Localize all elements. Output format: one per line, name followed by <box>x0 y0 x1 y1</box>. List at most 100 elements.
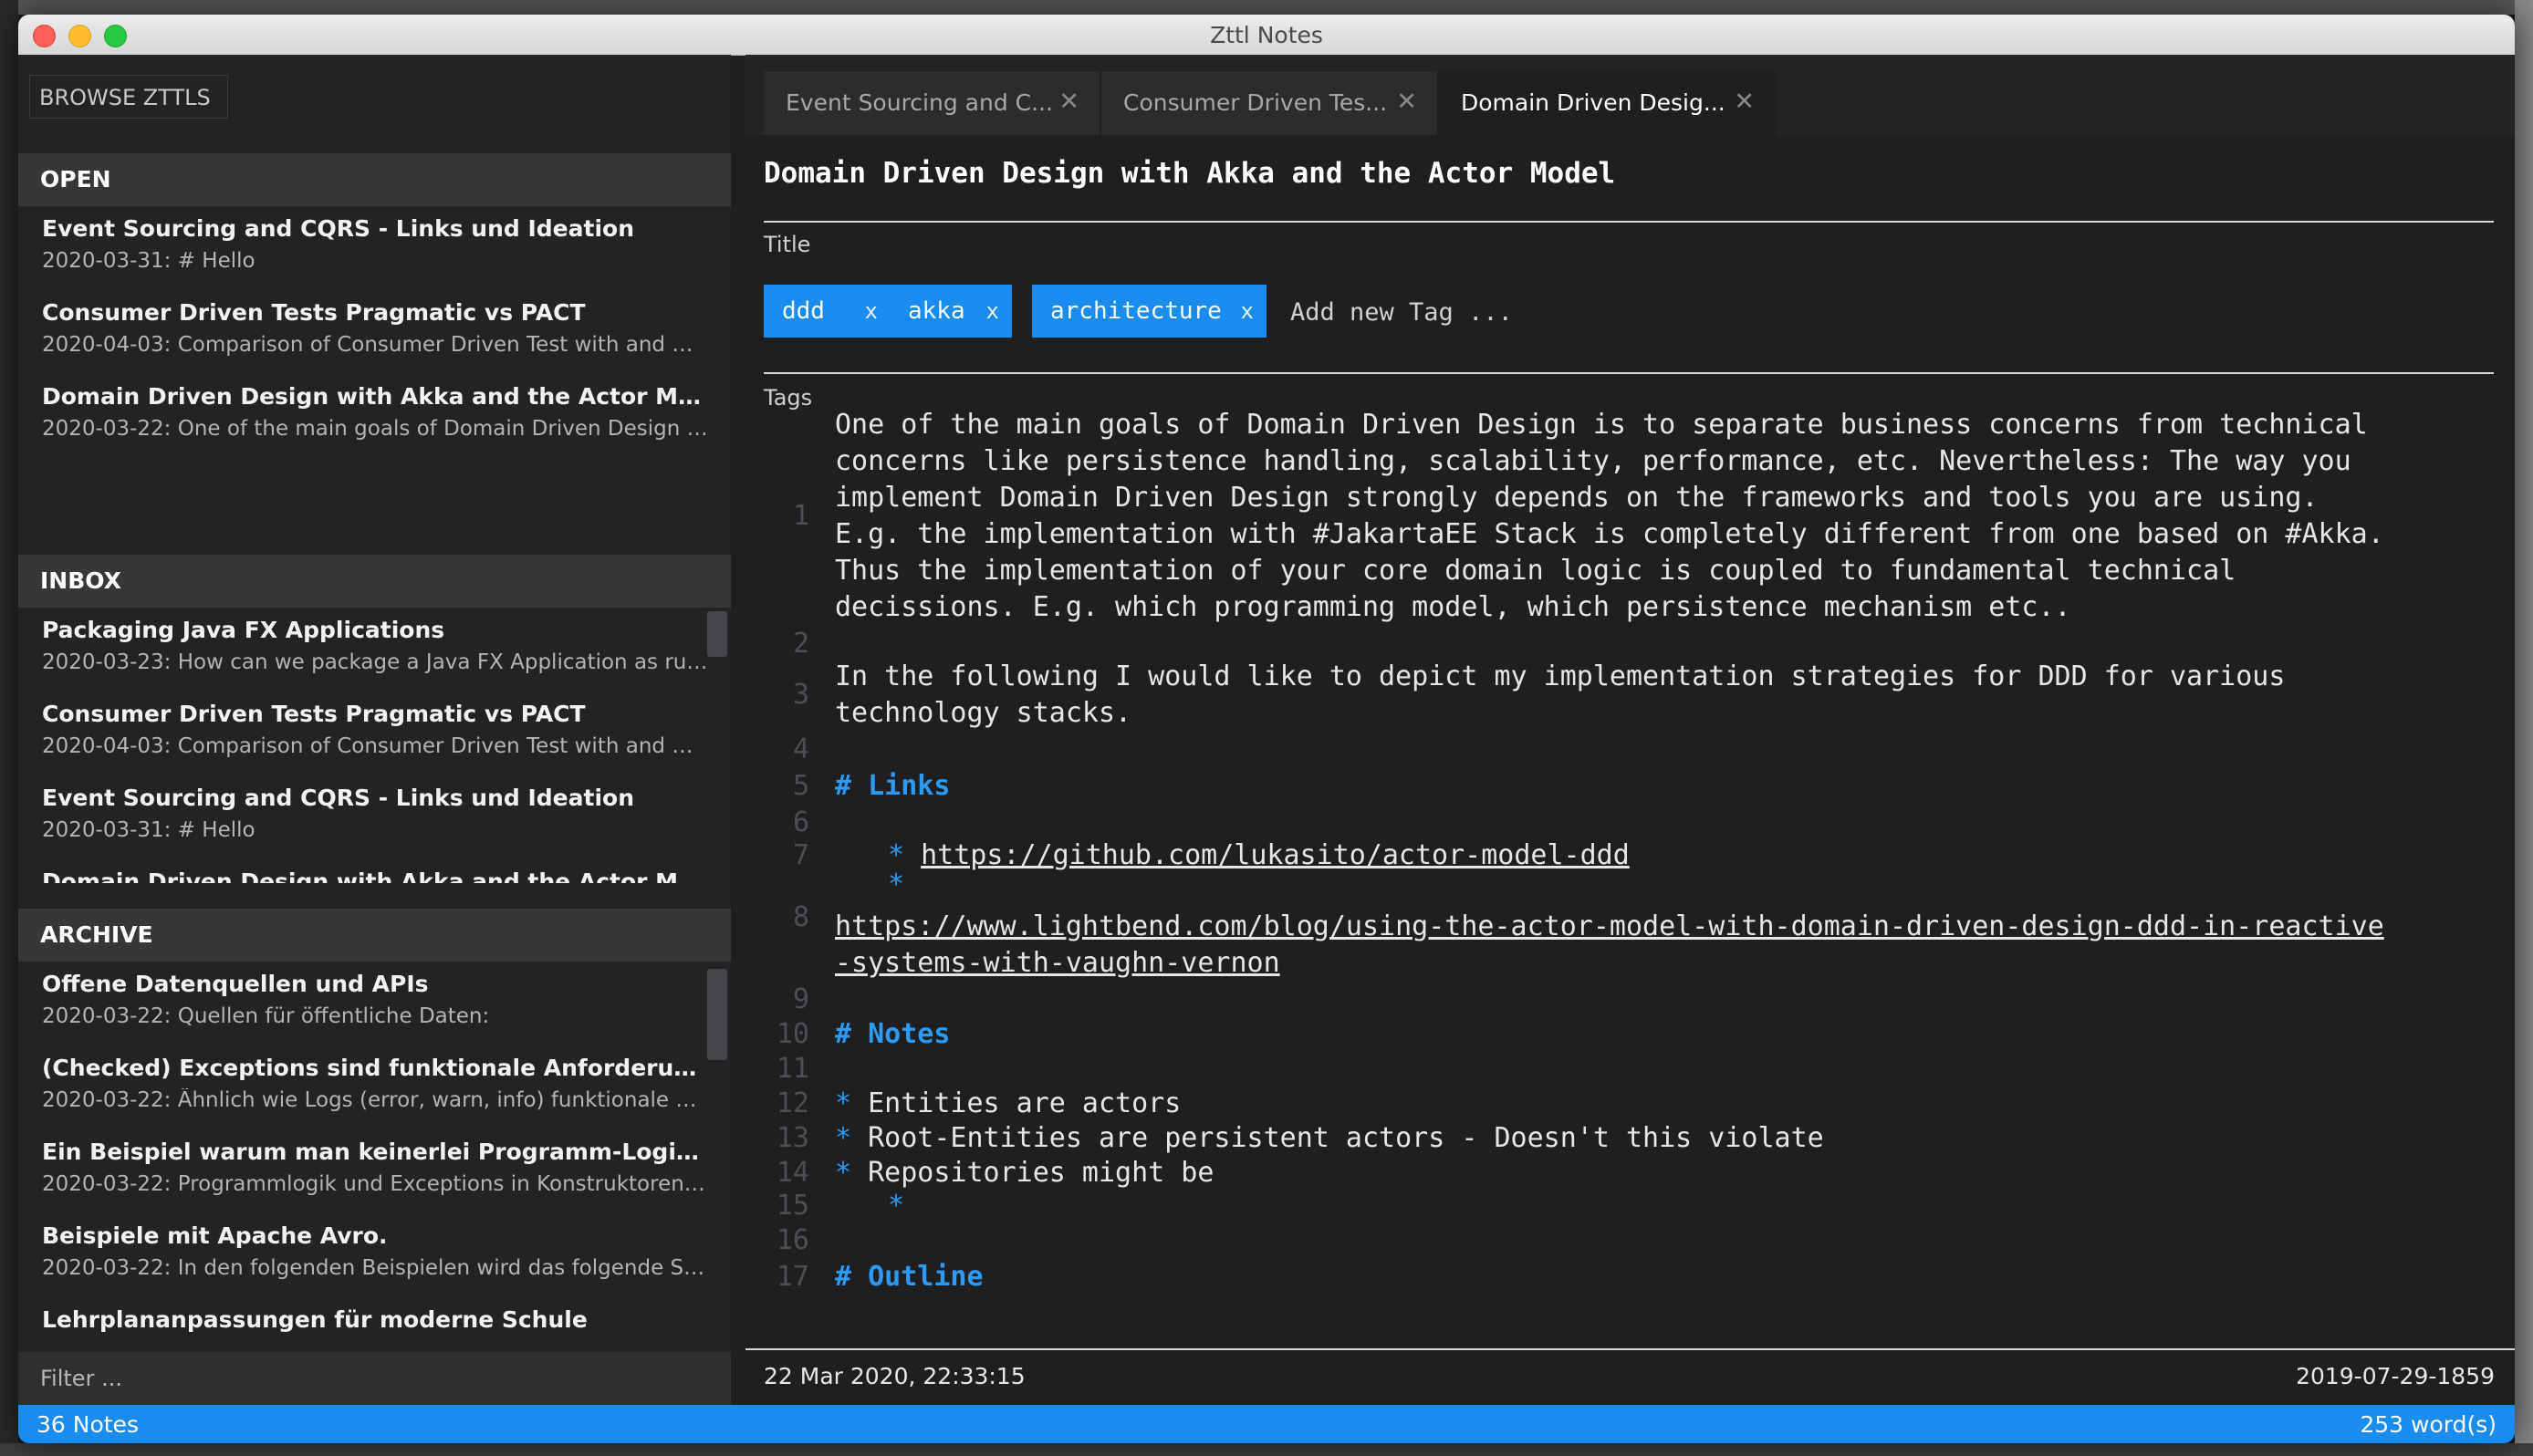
inbox-list: Packaging Java FX Applications 2020-03-2… <box>18 608 731 883</box>
list-item[interactable]: Domain Driven Design with Akka and the A… <box>18 374 731 458</box>
tab-consumer-driven-tests[interactable]: Consumer Driven Tes... ✕ <box>1101 71 1439 135</box>
note-preview: 2020-03-31: # Hello <box>42 818 255 842</box>
note-preview: 2020-03-31: # Hello <box>42 249 255 273</box>
line-number: 16 <box>776 1224 809 1256</box>
note-title: Packaging Java FX Applications <box>42 617 445 643</box>
line-number: 8 <box>792 901 809 933</box>
tag-chip[interactable]: akka x <box>890 285 1012 338</box>
line-number: 2 <box>792 628 809 660</box>
list-item[interactable]: (Checked) Exceptions sind funktionale An… <box>18 1045 731 1129</box>
tags-label: Tags <box>764 385 813 411</box>
note-title: Event Sourcing and CQRS - Links und Idea… <box>42 215 634 242</box>
remove-tag-icon[interactable]: x <box>986 285 999 338</box>
tags-underline <box>764 372 2494 374</box>
list-item[interactable]: Event Sourcing and CQRS - Links und Idea… <box>18 206 731 290</box>
note-title: Consumer Driven Tests Pragmatic vs PACT <box>42 701 586 727</box>
note-title: Domain Driven Design with Akka and the A… <box>42 868 708 883</box>
section-open-header[interactable]: OPEN <box>18 153 731 206</box>
line-number: 15 <box>776 1190 809 1222</box>
note-title: Offene Datenquellen und APIs <box>42 971 429 997</box>
line-number: 17 <box>776 1261 809 1293</box>
tab-domain-driven-design[interactable]: Domain Driven Desig... ✕ <box>1439 71 1777 135</box>
note-title-field[interactable]: Domain Driven Design with Akka and the A… <box>764 157 2488 190</box>
note-preview: 2020-04-03: Comparison of Consumer Drive… <box>42 734 708 758</box>
line-number: 12 <box>776 1087 809 1119</box>
line-number: 1 <box>792 500 809 532</box>
list-item[interactable]: Lehrplananpassungen für moderne Schule <box>18 1297 731 1352</box>
notes-count: 36 Notes <box>36 1411 139 1438</box>
filter-input[interactable] <box>18 1352 731 1405</box>
note-title: Lehrplananpassungen für moderne Schule <box>42 1306 588 1333</box>
tab-label: Consumer Driven Tes... <box>1123 89 1388 116</box>
list-item[interactable]: Ein Beispiel warum man keinerlei Program… <box>18 1129 731 1213</box>
note-preview: 2020-03-22: Programmlogik und Exceptions… <box>42 1172 708 1196</box>
line-number: 4 <box>792 733 809 765</box>
list-item[interactable]: Offene Datenquellen und APIs 2020-03-22:… <box>18 962 731 1045</box>
status-bar: 36 Notes 253 word(s) <box>18 1405 2515 1443</box>
add-tag-input[interactable] <box>1288 285 1748 339</box>
tab-label: Domain Driven Desig... <box>1461 89 1725 116</box>
link[interactable]: -systems-with-vaughn-vernon <box>835 947 1280 979</box>
browse-zttls-button[interactable]: BROWSE ZTTLS <box>29 75 228 119</box>
title-underline <box>764 221 2494 223</box>
line-number: 11 <box>776 1053 809 1085</box>
word-count: 253 word(s) <box>2360 1411 2497 1438</box>
link[interactable]: https://www.lightbend.com/blog/using-the… <box>835 910 2384 942</box>
window-title: Zttl Notes <box>1210 22 1323 48</box>
list-item[interactable]: Consumer Driven Tests Pragmatic vs PACT … <box>18 290 731 374</box>
close-icon[interactable]: ✕ <box>1058 88 1079 116</box>
markdown-heading: # Notes <box>835 1018 951 1050</box>
line-number: 14 <box>776 1157 809 1189</box>
note-title: Beispiele mit Apache Avro. <box>42 1222 388 1249</box>
tag-label: akka <box>908 297 965 325</box>
note-preview: 2020-04-03: Comparison of Consumer Drive… <box>42 333 708 357</box>
section-inbox-header[interactable]: INBOX <box>18 555 731 608</box>
markdown-editor[interactable]: One of the main goals of Domain Driven D… <box>764 409 2507 1341</box>
list-item[interactable]: Packaging Java FX Applications 2020-03-2… <box>18 608 731 692</box>
note-title: Consumer Driven Tests Pragmatic vs PACT <box>42 299 586 326</box>
archive-scrollbar[interactable] <box>707 969 727 1060</box>
markdown-heading: # Outline <box>835 1261 984 1293</box>
tab-event-sourcing[interactable]: Event Sourcing and C... ✕ <box>764 71 1101 135</box>
note-preview: 2020-03-23: How can we package a Java FX… <box>42 650 708 674</box>
title-label: Title <box>764 232 811 257</box>
open-list: Event Sourcing and CQRS - Links und Idea… <box>18 206 731 465</box>
tag-label: ddd <box>782 297 825 325</box>
note-preview: 2020-03-22: In den folgenden Beispielen … <box>42 1256 708 1280</box>
close-icon[interactable]: ✕ <box>1396 88 1417 116</box>
tab-bar: Event Sourcing and C... ✕ Consumer Drive… <box>745 55 2515 135</box>
section-archive-header[interactable]: ARCHIVE <box>18 909 731 962</box>
note-title: Event Sourcing and CQRS - Links und Idea… <box>42 785 634 811</box>
note-title: Ein Beispiel warum man keinerlei Program… <box>42 1139 708 1165</box>
close-icon[interactable]: ✕ <box>1734 88 1755 116</box>
line-number: 9 <box>792 983 809 1015</box>
note-title: Domain Driven Design with Akka and the A… <box>42 383 708 410</box>
sidebar: BROWSE ZTTLS OPEN Event Sourcing and CQR… <box>18 55 731 1405</box>
line-number: 5 <box>792 770 809 802</box>
note-meta-bar: 22 Mar 2020, 22:33:15 2019-07-29-1859 <box>745 1348 2515 1405</box>
note-preview: 2020-03-22: Quellen für öffentliche Date… <box>42 1004 490 1028</box>
list-item[interactable]: Beispiele mit Apache Avro. 2020-03-22: I… <box>18 1213 731 1297</box>
tag-chip[interactable]: architecture x <box>1032 285 1266 338</box>
remove-tag-icon[interactable]: x <box>1241 285 1254 338</box>
inbox-scrollbar[interactable] <box>707 611 727 657</box>
list-item[interactable]: Domain Driven Design with Akka and the A… <box>18 859 731 883</box>
line-number: 13 <box>776 1122 809 1154</box>
note-preview: 2020-03-22: Ähnlich wie Logs (error, war… <box>42 1088 708 1112</box>
list-item[interactable]: Event Sourcing and CQRS - Links und Idea… <box>18 775 731 859</box>
created-timestamp: 22 Mar 2020, 22:33:15 <box>764 1363 1026 1389</box>
note-preview: 2020-03-22: One of the main goals of Dom… <box>42 417 708 441</box>
tab-label: Event Sourcing and C... <box>786 89 1053 116</box>
remove-tag-icon[interactable]: x <box>865 285 878 338</box>
line-number: 6 <box>792 806 809 838</box>
link[interactable]: https://github.com/lukasito/actor-model-… <box>921 839 1630 871</box>
app-window: Zttl Notes BROWSE ZTTLS OPEN Event Sourc… <box>18 15 2515 1443</box>
line-number: 3 <box>792 679 809 711</box>
note-id: 2019-07-29-1859 <box>2296 1363 2495 1389</box>
note-editor-pane: Domain Driven Design with Akka and the A… <box>745 135 2515 1348</box>
tag-chip[interactable]: ddd x <box>764 285 891 338</box>
note-title: (Checked) Exceptions sind funktionale An… <box>42 1055 708 1081</box>
line-number: 10 <box>776 1018 809 1050</box>
list-item[interactable]: Consumer Driven Tests Pragmatic vs PACT … <box>18 692 731 775</box>
archive-list: Offene Datenquellen und APIs 2020-03-22:… <box>18 962 731 1352</box>
